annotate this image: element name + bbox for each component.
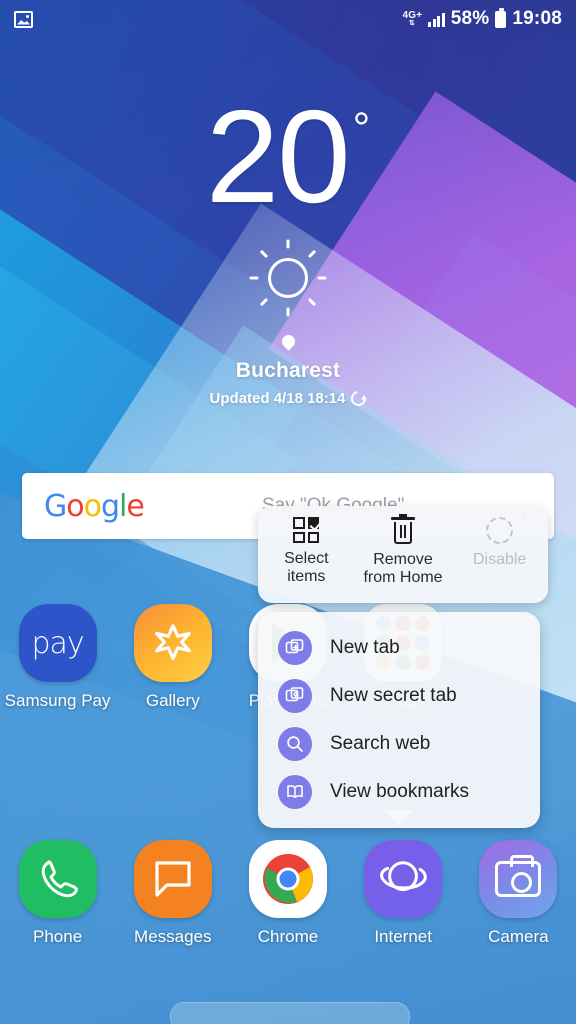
shortcut-new-tab[interactable]: New tab: [258, 624, 540, 672]
widget-options-menu[interactable]: Select items Remove from Home Disable: [258, 506, 548, 603]
shortcut-label: New tab: [330, 637, 400, 658]
shortcut-label: Search web: [330, 733, 431, 754]
new-secret-tab-icon: [278, 679, 312, 713]
google-logo: Google: [44, 488, 145, 524]
menu-item-disable: Disable: [451, 506, 548, 603]
dock: Phone Messages Chrome Internet Camera: [0, 840, 576, 947]
location-pin-icon: [278, 332, 298, 352]
app-gallery[interactable]: Gallery: [115, 604, 230, 711]
sunny-icon: [247, 237, 329, 319]
select-items-icon: [293, 517, 320, 543]
chrome-glyph: [262, 853, 313, 904]
speech-bubble-glyph: [155, 861, 191, 897]
weather-temperature: 20: [205, 83, 351, 230]
app-label: Gallery: [145, 691, 200, 710]
app-chrome[interactable]: Chrome: [230, 840, 345, 947]
app-messages[interactable]: Messages: [115, 840, 230, 947]
network-type-indicator: 4G+ ⇅: [402, 11, 422, 28]
app-camera[interactable]: Camera: [461, 840, 576, 947]
status-bar[interactable]: 4G+ ⇅ 58% 19:08: [0, 0, 576, 38]
view-bookmarks-icon: [278, 775, 312, 809]
app-internet[interactable]: Internet: [346, 840, 461, 947]
weather-updated-row[interactable]: Updated 4/18 18:14: [209, 388, 370, 410]
flower-glyph: [154, 624, 191, 660]
status-bar-clock: 19:08: [512, 8, 562, 29]
menu-item-remove-from-home[interactable]: Remove from Home: [355, 506, 452, 603]
weather-updated-label: Updated 4/18 18:14: [209, 390, 346, 408]
weather-city: Bucharest: [235, 359, 341, 383]
messages-icon[interactable]: [133, 840, 212, 918]
menu-item-label: Remove from Home: [363, 551, 443, 586]
menu-item-label: Select items: [284, 550, 329, 585]
app-label: Chrome: [257, 927, 319, 946]
samsung-pay-icon[interactable]: pay: [18, 604, 97, 682]
app-samsung-pay[interactable]: pay Samsung Pay: [0, 604, 115, 711]
shortcut-menu-pointer: [384, 810, 414, 825]
phone-icon[interactable]: [18, 840, 97, 918]
gallery-icon: [14, 10, 33, 28]
search-web-icon: [278, 727, 312, 761]
weather-degree-symbol: °: [352, 104, 371, 153]
new-tab-icon: [278, 631, 312, 665]
chrome-icon[interactable]: [248, 840, 327, 918]
home-screen: 4G+ ⇅ 58% 19:08 20 ° Bucharest Updated 4…: [0, 0, 576, 1024]
app-phone[interactable]: Phone: [0, 840, 115, 947]
shortcut-label: View bookmarks: [330, 781, 470, 802]
camera-glyph: [495, 855, 542, 897]
planet-glyph: [380, 861, 427, 892]
status-bar-indicators: 4G+ ⇅ 58% 19:08: [402, 7, 562, 30]
shortcut-view-bookmarks[interactable]: View bookmarks: [258, 768, 540, 816]
refresh-icon[interactable]: [348, 388, 370, 410]
weather-widget[interactable]: 20 ° Bucharest Updated 4/18 18:14: [0, 83, 576, 410]
shortcut-new-secret-tab[interactable]: New secret tab: [258, 672, 540, 720]
app-shortcut-menu[interactable]: New tab New secret tab Search web View b…: [258, 612, 540, 828]
menu-item-label: Disable: [473, 551, 527, 568]
menu-item-select-items[interactable]: Select items: [258, 506, 355, 603]
app-label: Messages: [134, 927, 212, 946]
battery-percent-label: 58%: [450, 8, 490, 29]
trash-icon: [391, 514, 415, 544]
shortcut-search-web[interactable]: Search web: [258, 720, 540, 768]
gallery-app-icon[interactable]: [133, 604, 212, 682]
internet-icon[interactable]: [364, 840, 443, 918]
camera-icon[interactable]: [479, 840, 558, 918]
shortcut-label: New secret tab: [330, 685, 457, 706]
app-label: Internet: [374, 927, 432, 946]
app-label: Samsung Pay: [4, 691, 111, 710]
disable-circle-icon: [486, 517, 514, 544]
status-bar-notifications: [14, 10, 33, 28]
battery-icon: [495, 7, 507, 28]
app-label: Camera: [488, 927, 549, 946]
weather-temperature-row: 20 °: [205, 83, 371, 230]
bottom-pill-indicator: [170, 1002, 410, 1024]
data-arrows-icon: ⇅: [408, 20, 416, 27]
handset-glyph: [41, 860, 78, 898]
app-label: Phone: [33, 927, 83, 946]
signal-bars-icon: [428, 12, 445, 27]
